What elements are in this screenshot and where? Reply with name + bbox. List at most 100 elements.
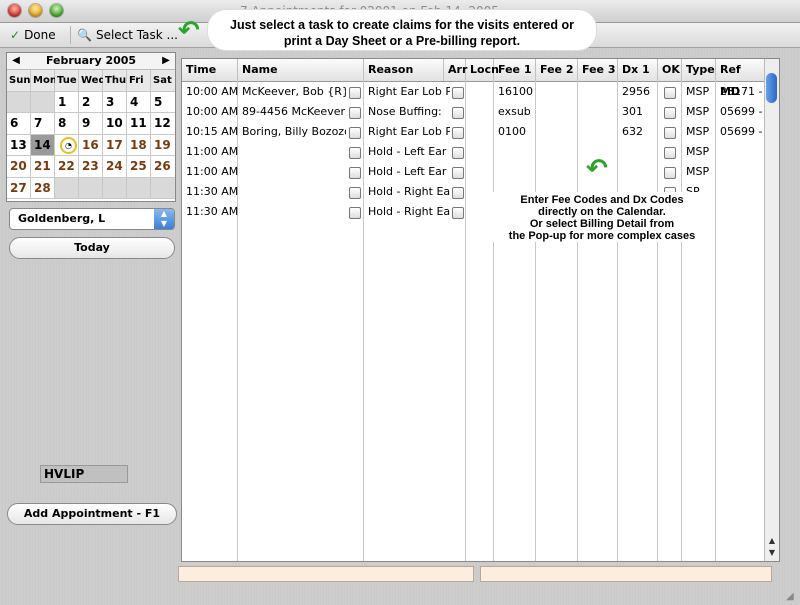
arrived-checkbox[interactable] [452,127,464,139]
calendar-day[interactable]: 21 [31,156,55,178]
calendar-day[interactable]: 1 [55,91,79,113]
arrived-checkbox[interactable] [452,207,464,219]
name-detail-checkbox[interactable] [349,147,361,159]
cell-dx1[interactable] [622,162,656,182]
name-detail-checkbox[interactable] [349,107,361,119]
name-detail-checkbox[interactable] [349,167,361,179]
name-detail-checkbox[interactable] [349,87,361,99]
vertical-scrollbar[interactable]: ▲ ▼ [764,59,779,561]
column-header-ok[interactable]: OK [658,59,682,81]
cell-reason[interactable]: Hold - Right Ear [368,182,450,202]
updown-arrow-icon[interactable]: ▲ ▼ [154,209,174,229]
cell-reason[interactable]: Right Ear Lob Pol [368,82,450,102]
cell-refmd[interactable] [720,162,764,182]
minimize-window-button[interactable] [29,4,42,17]
calendar-day[interactable]: 5 [151,91,175,113]
column-header-dx1[interactable]: Dx 1 [618,59,658,81]
column-header-fee1[interactable]: Fee 1 [494,59,536,81]
scroll-down-arrow-icon[interactable]: ▼ [765,547,779,559]
calendar-day[interactable]: 8 [55,113,79,135]
column-header-fee3[interactable]: Fee 3 [578,59,618,81]
arrived-checkbox[interactable] [452,87,464,99]
cell-type[interactable]: MSP [686,142,714,162]
table-row[interactable]: 11:00 AM Hold - Left Ear L MSP [182,142,764,162]
arrived-checkbox[interactable] [452,167,464,179]
ok-checkbox[interactable] [664,127,676,139]
cell-type[interactable]: MSP [686,102,714,122]
cell-refmd[interactable] [720,202,764,222]
cell-time[interactable]: 10:00 AM [186,102,238,122]
ok-checkbox[interactable] [664,87,676,99]
cell-time[interactable]: 10:15 AM [186,122,238,142]
cell-dx1[interactable]: 632 [622,122,656,142]
cell-dx1[interactable]: 2956 [622,82,656,102]
cell-fee1[interactable] [498,142,536,162]
column-header-name[interactable]: Name [238,59,364,81]
cell-reason[interactable]: Hold - Left Ear L [368,162,450,182]
calendar-day[interactable]: 2 [79,91,103,113]
zoom-window-button[interactable] [50,4,63,17]
column-header-reason[interactable]: Reason [364,59,444,81]
cell-name[interactable] [242,182,346,202]
add-appointment-button[interactable]: Add Appointment - F1 [7,503,177,525]
cell-time[interactable]: 11:30 AM [186,202,238,222]
table-row[interactable]: 11:00 AM Hold - Left Ear L MSP [182,162,764,182]
cell-time[interactable]: 11:30 AM [186,182,238,202]
calendar-day[interactable]: 3 [103,91,127,113]
cell-refmd[interactable] [720,142,764,162]
column-header-locn[interactable]: Locn [466,59,499,81]
cell-fee1[interactable]: 16100 [498,82,536,102]
cell-refmd[interactable]: 05699 - [720,102,764,122]
calendar-day[interactable]: 22 [55,156,79,178]
cell-refmd[interactable]: 05699 - [720,122,764,142]
cell-reason[interactable]: Hold - Right Ear [368,202,450,222]
cell-refmd[interactable] [720,182,764,202]
column-header-type[interactable]: Type [682,59,716,81]
calendar-day[interactable]: 4 [127,91,151,113]
calendar-day[interactable]: 24 [103,156,127,178]
calendar-day[interactable]: 18 [127,134,151,156]
column-header-refmd[interactable]: Ref MD [716,59,764,98]
cell-type[interactable]: MSP [686,82,714,102]
column-header-arr[interactable]: Arr [444,59,467,81]
calendar-day[interactable]: 17 [103,134,127,156]
status-field-left[interactable] [178,566,474,582]
calendar-day[interactable]: 7 [31,113,55,135]
cell-name[interactable]: 89-4456 McKeever, J [242,102,346,122]
cell-reason[interactable]: Nose Buffing: [368,102,450,122]
right-arrow-icon[interactable]: ▶ [159,53,173,69]
provider-select[interactable]: Goldenberg, L ▲ ▼ [9,208,175,230]
done-button[interactable]: ✓ Done [6,26,60,44]
calendar-day[interactable]: 6 [7,113,31,135]
status-field-right[interactable] [480,566,772,582]
calendar-day[interactable]: 11 [127,113,151,135]
calendar-day[interactable]: 19 [151,134,175,156]
calendar-day[interactable]: 25 [127,156,151,178]
arrived-checkbox[interactable] [452,187,464,199]
today-button[interactable]: Today [9,237,175,259]
scrollbar-thumb[interactable] [766,73,777,103]
cell-name[interactable] [242,202,346,222]
cell-fee1[interactable] [498,162,536,182]
close-window-button[interactable] [8,4,21,17]
cell-name[interactable] [242,162,346,182]
calendar-day[interactable]: ◔ [55,134,79,156]
cell-dx1[interactable]: 301 [622,102,656,122]
cell-type[interactable]: MSP [686,122,714,142]
cell-refmd[interactable]: 23171 - [720,82,764,102]
cell-time[interactable]: 11:00 AM [186,142,238,162]
name-detail-checkbox[interactable] [349,187,361,199]
cell-reason[interactable]: Hold - Left Ear L [368,142,450,162]
scroll-up-arrow-icon[interactable]: ▲ [765,535,779,547]
calendar-day[interactable]: 28 [31,177,55,199]
cell-name[interactable]: McKeever, Bob {R} [242,82,346,102]
calendar-day[interactable]: 13 [7,134,31,156]
calendar-day[interactable]: 26 [151,156,175,178]
table-row[interactable]: 10:15 AMBoring, Billy Bozozo {Right Ear … [182,122,764,142]
column-header-fee2[interactable]: Fee 2 [536,59,578,81]
cell-time[interactable]: 10:00 AM [186,82,238,102]
table-row[interactable]: 10:00 AM 89-4456 McKeever, J Nose Buffing:… [182,102,764,122]
calendar-day[interactable]: 12 [151,113,175,135]
arrived-checkbox[interactable] [452,147,464,159]
calendar-day[interactable]: 10 [103,113,127,135]
